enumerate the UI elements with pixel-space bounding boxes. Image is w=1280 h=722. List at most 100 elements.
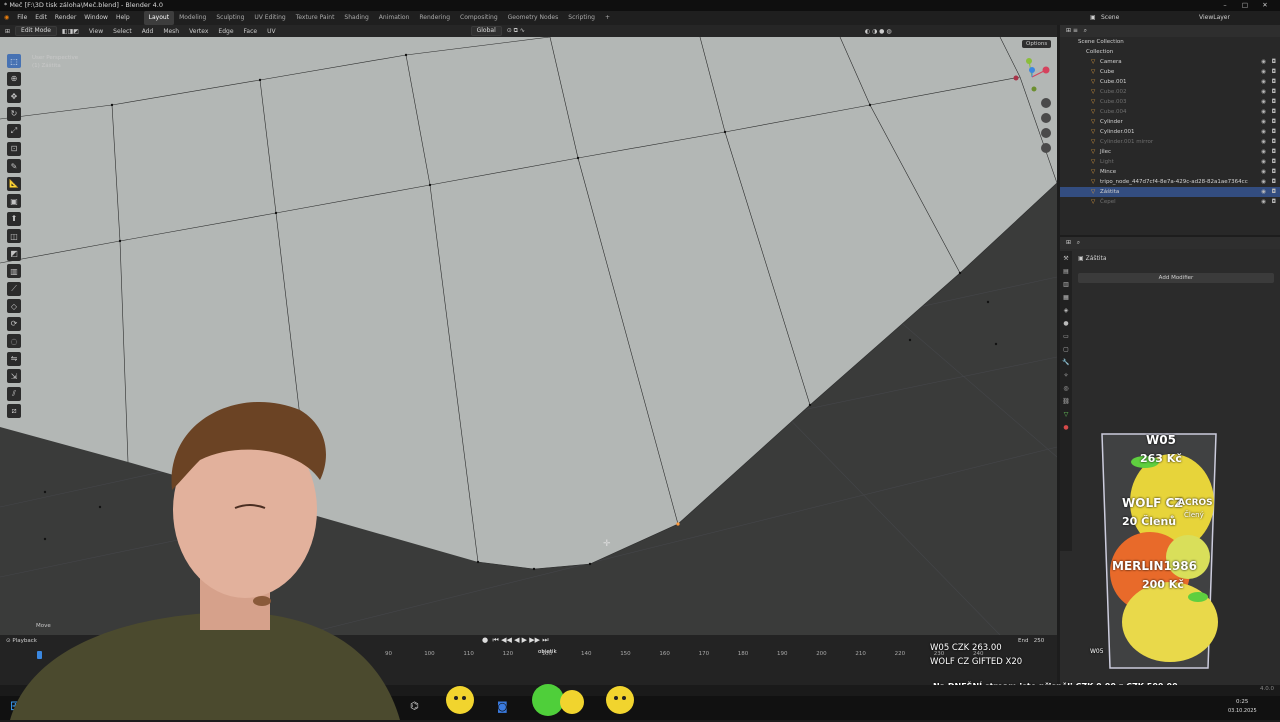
pivot-snap-icons[interactable]: ⊙ ⧉ ∿ xyxy=(502,27,530,35)
menu-select[interactable]: Select xyxy=(108,28,137,35)
visibility-eye-icon[interactable]: ◉ xyxy=(1261,177,1266,187)
move-tool[interactable]: ✥ xyxy=(7,89,21,103)
rotate-tool[interactable]: ↻ xyxy=(7,106,21,121)
outliner-item[interactable]: ▽ Cube ◉ ◘ xyxy=(1060,67,1280,77)
visibility-eye-icon[interactable]: ◉ xyxy=(1261,57,1266,67)
options-dropdown[interactable]: Options xyxy=(1022,40,1052,48)
outliner-item[interactable]: ▽ Cylinder.001 ◉ ◘ xyxy=(1060,127,1280,137)
tab-geometry-nodes[interactable]: Geometry Nodes xyxy=(503,11,564,25)
outliner-item[interactable]: ▽ Cube.003 ◉ ◘ xyxy=(1060,97,1280,107)
select-box-tool[interactable]: ⬚ xyxy=(7,54,21,68)
constraints-tab-icon[interactable]: ⛓ xyxy=(1061,397,1071,407)
spin-tool[interactable]: ⟳ xyxy=(7,316,21,331)
edge-slide-tool[interactable]: ⇋ xyxy=(7,351,21,366)
output-tab-icon[interactable]: ▥ xyxy=(1061,280,1071,290)
render-camera-icon[interactable]: ◘ xyxy=(1272,127,1276,137)
menu-file[interactable]: File xyxy=(13,11,31,25)
scene-collection-row[interactable]: Scene Collection xyxy=(1060,37,1280,47)
tab-shading[interactable]: Shading xyxy=(339,11,373,25)
scene-name[interactable]: Scene xyxy=(1101,11,1119,25)
bevel-tool[interactable]: ◩ xyxy=(7,246,21,261)
knife-tool[interactable]: ⟋ xyxy=(7,281,21,296)
visibility-eye-icon[interactable]: ◉ xyxy=(1261,117,1266,127)
scale-tool[interactable]: ⤢ xyxy=(7,124,21,138)
poly-build-tool[interactable]: ◇ xyxy=(7,299,21,313)
render-tab-icon[interactable]: ▤ xyxy=(1061,267,1071,277)
visibility-eye-icon[interactable]: ◉ xyxy=(1261,67,1266,77)
extrude-tool[interactable]: ⬆ xyxy=(7,211,21,226)
particles-tab-icon[interactable]: ✧ xyxy=(1061,371,1071,381)
menu-uv[interactable]: UV xyxy=(262,28,281,35)
view-layer-tab-icon[interactable]: ▦ xyxy=(1061,293,1071,303)
outliner-item[interactable]: ▽ Cube.002 ◉ ◘ xyxy=(1060,87,1280,97)
outliner-item[interactable]: ▽ Cylinder ◉ ◘ xyxy=(1060,117,1280,127)
taskbar-app-icon[interactable]: ⌬ xyxy=(410,701,419,712)
tab-uv-editing[interactable]: UV Editing xyxy=(249,11,290,25)
cursor-tool[interactable]: ⊕ xyxy=(7,71,21,86)
add-modifier-button[interactable]: Add Modifier xyxy=(1078,273,1274,283)
object-tab-icon[interactable]: ▢ xyxy=(1061,345,1071,355)
inset-tool[interactable]: ◫ xyxy=(7,229,21,243)
menu-window[interactable]: Window xyxy=(80,11,112,25)
render-camera-icon[interactable]: ◘ xyxy=(1272,77,1276,87)
visibility-eye-icon[interactable]: ◉ xyxy=(1261,107,1266,117)
render-camera-icon[interactable]: ◘ xyxy=(1272,167,1276,177)
world-tab-icon[interactable]: ● xyxy=(1061,319,1071,329)
editor-type-icon[interactable]: ⊞ xyxy=(0,28,15,35)
outliner-item[interactable]: ▽ Čepel ◉ ◘ xyxy=(1060,197,1280,207)
add-cube-tool[interactable]: ▣ xyxy=(7,194,21,208)
menu-vertex[interactable]: Vertex xyxy=(184,28,213,35)
menu-edit[interactable]: Edit xyxy=(31,11,51,25)
transform-orientation-dropdown[interactable]: Global xyxy=(470,26,502,36)
menu-edge[interactable]: Edge xyxy=(213,28,238,35)
scene-tab-icon[interactable]: ◈ xyxy=(1061,306,1071,316)
tab-animation[interactable]: Animation xyxy=(374,11,415,25)
visibility-eye-icon[interactable]: ◉ xyxy=(1261,147,1266,157)
render-camera-icon[interactable]: ◘ xyxy=(1272,187,1276,197)
menu-help[interactable]: Help xyxy=(112,11,134,25)
render-camera-icon[interactable]: ◘ xyxy=(1272,177,1276,187)
render-camera-icon[interactable]: ◘ xyxy=(1272,87,1276,97)
select-mode-icons[interactable]: ◧◨◩ xyxy=(57,28,84,35)
render-camera-icon[interactable]: ◘ xyxy=(1272,147,1276,157)
smooth-tool[interactable]: ◌ xyxy=(7,334,21,348)
add-workspace-icon[interactable]: + xyxy=(600,11,615,25)
mode-dropdown[interactable]: Edit Mode xyxy=(15,26,57,36)
visibility-eye-icon[interactable]: ◉ xyxy=(1261,167,1266,177)
render-camera-icon[interactable]: ◘ xyxy=(1272,197,1276,207)
visibility-eye-icon[interactable]: ◉ xyxy=(1261,187,1266,197)
visibility-eye-icon[interactable]: ◉ xyxy=(1261,197,1266,207)
visibility-eye-icon[interactable]: ◉ xyxy=(1261,157,1266,167)
measure-tool[interactable]: 📐 xyxy=(7,176,21,191)
tab-rendering[interactable]: Rendering xyxy=(414,11,455,25)
outliner-item[interactable]: ▽ Camera ◉ ◘ xyxy=(1060,57,1280,67)
outliner-item[interactable]: ▽ Jílec ◉ ◘ xyxy=(1060,147,1280,157)
material-tab-icon[interactable]: ● xyxy=(1061,423,1071,433)
render-camera-icon[interactable]: ◘ xyxy=(1272,57,1276,67)
tab-layout[interactable]: Layout xyxy=(143,11,175,25)
render-camera-icon[interactable]: ◘ xyxy=(1272,157,1276,167)
visibility-eye-icon[interactable]: ◉ xyxy=(1261,97,1266,107)
outliner-item[interactable]: ▽ Cube.001 ◉ ◘ xyxy=(1060,77,1280,87)
outliner-item[interactable]: ▽ Mince ◉ ◘ xyxy=(1060,167,1280,177)
visibility-eye-icon[interactable]: ◉ xyxy=(1261,137,1266,147)
visibility-eye-icon[interactable]: ◉ xyxy=(1261,87,1266,97)
menu-add[interactable]: Add xyxy=(137,28,159,35)
outliner-item[interactable]: ▽ Záštita ◉ ◘ xyxy=(1060,187,1280,197)
physics-tab-icon[interactable]: ◎ xyxy=(1061,384,1071,394)
outliner-item[interactable]: ▽ Light ◉ ◘ xyxy=(1060,157,1280,167)
render-camera-icon[interactable]: ◘ xyxy=(1272,97,1276,107)
tab-texture-paint[interactable]: Texture Paint xyxy=(291,11,340,25)
tool-tab-icon[interactable]: ⚒ xyxy=(1061,254,1071,264)
tab-modeling[interactable]: Modeling xyxy=(174,11,211,25)
blender-logo-icon[interactable]: ◉ xyxy=(0,11,13,25)
visibility-eye-icon[interactable]: ◉ xyxy=(1261,77,1266,87)
render-camera-icon[interactable]: ◘ xyxy=(1272,107,1276,117)
menu-face[interactable]: Face xyxy=(239,28,263,35)
menu-render[interactable]: Render xyxy=(51,11,80,25)
maximize-icon[interactable]: □ xyxy=(1236,0,1254,11)
playback-controls[interactable]: ● ⏮ ◀◀ ◀ ▶ ▶▶ ⏭ xyxy=(482,636,549,645)
render-camera-icon[interactable]: ◘ xyxy=(1272,117,1276,127)
transform-tool[interactable]: ⊡ xyxy=(7,141,21,156)
tab-scripting[interactable]: Scripting xyxy=(563,11,600,25)
